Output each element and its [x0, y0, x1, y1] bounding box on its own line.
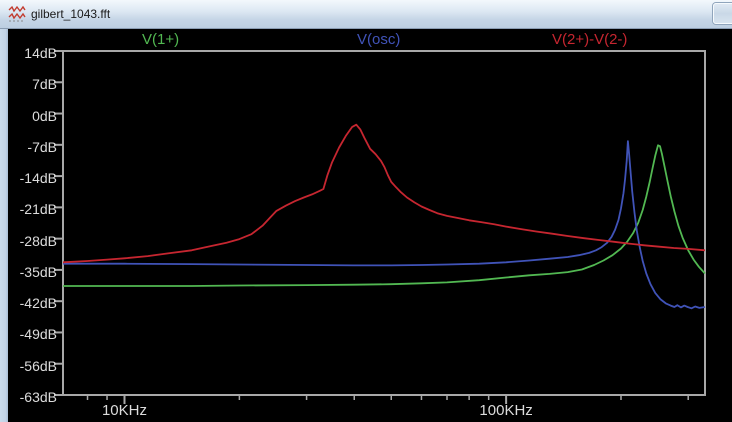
y-axis-label: -28dB [0, 233, 57, 249]
y-axis-label: 0dB [0, 108, 57, 124]
x-axis-label: 100KHz [461, 402, 551, 419]
waveform-file-icon [8, 5, 26, 22]
trace-v-2+-v-2- [63, 125, 705, 263]
title-bar[interactable]: gilbert_1043.fft [0, 0, 732, 29]
y-axis-label: -63dB [0, 389, 57, 405]
y-axis-label: 7dB [0, 76, 57, 92]
y-axis-label: -56dB [0, 358, 57, 374]
plot-frame [63, 51, 705, 395]
y-axis-label: 14dB [0, 45, 57, 61]
window-title: gilbert_1043.fft [31, 7, 110, 21]
close-button[interactable] [713, 3, 732, 24]
y-axis-label: -21dB [0, 201, 57, 217]
y-axis-label: -14dB [0, 170, 57, 186]
fft-plot-window: V(1+) V(osc) V(2+)-V(2-) 14dB 7dB 0dB -7dB -14d… [0, 0, 732, 422]
y-axis-label: -42dB [0, 295, 57, 311]
legend-item[interactable]: V(2+)-V(2-) [552, 31, 627, 48]
window-frame-left [0, 29, 8, 422]
x-axis-label: 10KHz [79, 402, 169, 419]
legend-item[interactable]: V(osc) [357, 31, 400, 48]
legend-item[interactable]: V(1+) [142, 31, 179, 48]
y-axis-label: -49dB [0, 326, 57, 342]
y-axis-label: -7dB [0, 139, 57, 155]
y-axis-label: -35dB [0, 264, 57, 280]
fft-plot[interactable] [0, 0, 732, 422]
